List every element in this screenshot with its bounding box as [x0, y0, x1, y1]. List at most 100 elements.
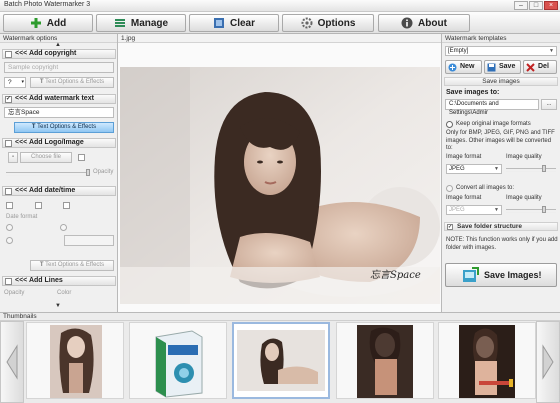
save-path-input[interactable]: C:\Documents and Settings\Admir — [445, 99, 539, 116]
copyright-checkbox[interactable] — [5, 51, 12, 58]
thumbnail-image — [357, 325, 413, 398]
new-icon — [448, 63, 457, 72]
window-title: Batch Photo Watermarker 3 — [4, 1, 91, 8]
text-options-icon: T — [31, 124, 36, 130]
exif-checkbox[interactable] — [63, 202, 70, 209]
choose-file-button[interactable]: Choose file — [20, 152, 72, 163]
image-quality-label-2: Image quality — [506, 195, 542, 201]
maximize-button[interactable]: □ — [529, 1, 543, 10]
convert-format-select[interactable]: JPEG ▼ — [446, 205, 502, 215]
thumbnail-image — [237, 330, 325, 391]
save-images-button[interactable]: Save Images! — [445, 263, 557, 287]
preview-photo[interactable]: 忘言Space — [120, 67, 440, 304]
slider-knob[interactable] — [86, 169, 90, 176]
clear-button[interactable]: Clear — [189, 14, 279, 32]
lines-checkbox[interactable] — [5, 278, 12, 285]
custom-date-format-input[interactable] — [64, 235, 114, 246]
folder-icon[interactable]: ▪ — [8, 152, 18, 163]
date-format-radio-2[interactable] — [60, 224, 67, 231]
slider-knob[interactable] — [542, 165, 546, 172]
thumbnail-image — [155, 330, 203, 398]
thumbnail-5[interactable] — [438, 322, 536, 399]
watermark-text-input[interactable]: 忘言Space — [4, 107, 114, 118]
slider-knob[interactable] — [542, 206, 546, 213]
watermark-text-checkbox[interactable]: ✓ — [5, 96, 12, 103]
symbol-value: ? — [8, 79, 12, 86]
thumbnail-image — [459, 325, 515, 398]
about-button[interactable]: About — [378, 14, 470, 32]
datetime-text-options-button[interactable]: T Text Options & Effects — [30, 260, 114, 271]
thumbnails-strip — [0, 321, 560, 403]
folder-note: NOTE: This function works only if you ad… — [446, 237, 558, 251]
scroll-down-icon[interactable]: ▼ — [55, 303, 61, 309]
about-label: About — [418, 17, 447, 29]
scroll-up-icon[interactable]: ▲ — [55, 42, 61, 48]
time-checkbox[interactable] — [35, 202, 42, 209]
save-template-button[interactable]: Save — [484, 60, 521, 74]
panel-title: Watermark templates — [442, 34, 560, 43]
text-options-icon: T — [39, 79, 44, 85]
format-value: JPEG — [449, 166, 465, 172]
opacity-label: Opacity — [93, 169, 114, 175]
save-folder-label: Save folder structure — [457, 223, 523, 230]
lines-opacity-label: Opacity — [4, 290, 25, 296]
logo-option-checkbox[interactable] — [78, 154, 85, 161]
save-folder-structure-bar[interactable]: ✓ Save folder structure — [444, 222, 558, 231]
copyright-text-options-button[interactable]: T Text Options & Effects — [30, 77, 114, 88]
section-title: <<< Add copyright — [15, 50, 77, 57]
copyright-input[interactable]: Sample copyright — [4, 62, 114, 73]
save-images-label: Save Images! — [484, 270, 542, 280]
main-toolbar: Add Manage Clear Options About — [0, 12, 560, 34]
image-format-label: Image format — [446, 154, 482, 160]
watermark-text-options-button[interactable]: T Text Options & Effects — [14, 122, 114, 133]
thumbnail-4[interactable] — [336, 322, 434, 399]
lines-color-label: Color — [57, 290, 72, 296]
keep-formats-label: Keep original image formats — [456, 121, 531, 127]
image-quality-label: Image quality — [506, 154, 542, 160]
add-logo-image-header[interactable]: <<< Add Logo/Image — [2, 138, 116, 148]
thumbs-prev-button[interactable] — [0, 321, 24, 403]
date-checkbox[interactable] — [6, 202, 13, 209]
text-options-label: Text Options & Effects — [45, 79, 105, 85]
thumbnail-image — [50, 325, 102, 398]
thumbs-next-button[interactable] — [536, 321, 560, 403]
chevron-down-icon: ▼ — [494, 207, 499, 213]
add-copyright-header[interactable]: <<< Add copyright — [2, 49, 116, 59]
text-options-icon: T — [39, 262, 44, 268]
close-button[interactable]: × — [544, 1, 558, 10]
logo-checkbox[interactable] — [5, 140, 12, 147]
datetime-checkbox[interactable] — [5, 188, 12, 195]
add-button[interactable]: Add — [3, 14, 93, 32]
thumbnail-1[interactable] — [26, 322, 124, 399]
new-template-button[interactable]: New — [445, 60, 482, 74]
convert-quality-slider[interactable] — [506, 209, 556, 213]
date-format-radio-3[interactable] — [6, 237, 13, 244]
add-watermark-text-header[interactable]: ✓ <<< Add watermark text — [2, 94, 116, 104]
copyright-symbol-select[interactable]: ? ▾ — [4, 77, 26, 88]
watermark-caption: 忘言Space — [370, 270, 421, 281]
browse-button[interactable]: ... — [541, 99, 557, 110]
new-label: New — [460, 63, 475, 70]
add-date-time-header[interactable]: <<< Add date/time — [2, 186, 116, 196]
logo-opacity-slider[interactable] — [6, 172, 88, 176]
window-controls: – □ × — [514, 1, 558, 10]
thumbnail-2[interactable] — [129, 322, 227, 399]
manage-button[interactable]: Manage — [96, 14, 186, 32]
save-folder-checkbox[interactable]: ✓ — [447, 224, 453, 230]
image-quality-slider[interactable] — [506, 168, 556, 172]
thumbnails-title: Thumbnails — [0, 312, 560, 321]
keep-formats-radio[interactable] — [446, 121, 453, 128]
manage-label: Manage — [130, 17, 169, 29]
arrow-left-icon — [6, 344, 18, 380]
date-format-radio-1[interactable] — [6, 224, 13, 231]
thumbnail-3-selected[interactable] — [232, 322, 330, 399]
chevron-down-icon: ▾ — [21, 79, 24, 85]
template-select[interactable]: [Empty] ▼ — [445, 46, 557, 56]
add-lines-header[interactable]: <<< Add Lines — [2, 276, 116, 286]
delete-template-button[interactable]: Del — [523, 60, 557, 74]
save-images-bar: Save images — [444, 77, 558, 86]
image-format-select[interactable]: JPEG ▼ — [446, 164, 502, 174]
minimize-button[interactable]: – — [514, 1, 528, 10]
convert-all-radio[interactable] — [446, 185, 453, 192]
options-button[interactable]: Options — [282, 14, 374, 32]
